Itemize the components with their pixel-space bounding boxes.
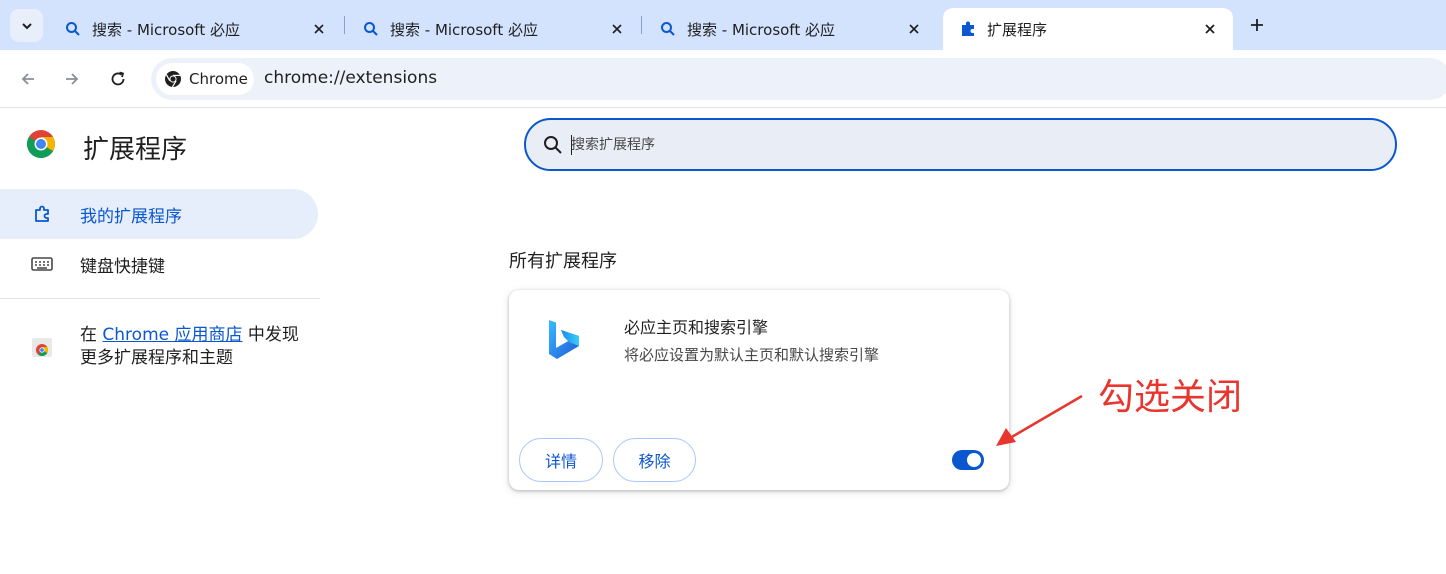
chrome-icon [165, 71, 181, 88]
search-icon [362, 20, 380, 38]
tab-separator [344, 16, 345, 34]
store-prefix: 在 [80, 325, 103, 345]
toggle-knob [967, 453, 981, 467]
remove-button[interactable]: 移除 [613, 438, 696, 482]
web-store-icon [32, 338, 52, 357]
tab-title: 扩展程序 [987, 20, 1048, 39]
search-input[interactable] [571, 129, 1371, 161]
url-text[interactable]: chrome://extensions [264, 68, 437, 88]
tab-title: 搜索 - Microsoft 必应 [92, 20, 240, 39]
back-button[interactable] [14, 65, 42, 93]
sidebar-divider [0, 298, 320, 299]
close-icon[interactable] [1199, 18, 1221, 40]
new-tab-button[interactable] [1243, 11, 1271, 39]
tab-extensions[interactable]: 扩展程序 [943, 8, 1233, 50]
search-icon [544, 136, 562, 154]
reload-button[interactable] [104, 65, 132, 93]
tab-1[interactable]: 搜索 - Microsoft 必应 [48, 8, 342, 50]
site-info-chip[interactable]: Chrome [156, 63, 254, 95]
page-title: 扩展程序 [83, 135, 188, 165]
tab-2[interactable]: 搜索 - Microsoft 必应 [346, 8, 640, 50]
puzzle-outline-icon [31, 203, 53, 225]
puzzle-icon [959, 20, 977, 38]
bing-logo-icon [549, 320, 579, 359]
details-button[interactable]: 详情 [519, 438, 603, 482]
chrome-logo-icon [27, 130, 55, 158]
chip-label: Chrome [189, 70, 248, 88]
extension-enable-toggle[interactable] [952, 450, 984, 470]
address-bar[interactable]: Chrome chrome://extensions [151, 58, 1446, 100]
sidebar-item-keyboard-shortcuts[interactable]: 键盘快捷键 [0, 239, 318, 289]
arrow-right-icon [66, 73, 79, 85]
close-icon[interactable] [606, 18, 628, 40]
sidebar-item-label: 我的扩展程序 [80, 206, 182, 227]
arrow-left-icon [21, 73, 34, 85]
tab-search-button[interactable] [10, 9, 43, 42]
reload-icon [111, 71, 125, 86]
extensions-search [524, 118, 1397, 171]
forward-button[interactable] [58, 65, 86, 93]
search-icon [659, 20, 677, 38]
annotation-text: 勾选关闭 [1098, 377, 1243, 418]
section-title: 所有扩展程序 [509, 251, 617, 272]
close-icon[interactable] [308, 18, 330, 40]
annotation-arrow [996, 394, 1083, 446]
extension-name: 必应主页和搜索引擎 [624, 318, 769, 337]
web-store-promo: 在 Chrome 应用商店 中发现更多扩展程序和主题 [80, 324, 310, 370]
extension-card: 必应主页和搜索引擎 将必应设置为默认主页和默认搜索引擎 详情 移除 [509, 290, 1009, 490]
tab-title: 搜索 - Microsoft 必应 [390, 20, 538, 39]
tab-strip: 搜索 - Microsoft 必应 搜索 - Microsoft 必应 搜索 -… [0, 0, 1446, 50]
keyboard-icon [31, 253, 53, 275]
search-icon [64, 20, 82, 38]
close-icon[interactable] [903, 18, 925, 40]
tab-title: 搜索 - Microsoft 必应 [687, 20, 835, 39]
chevron-down-icon [21, 22, 32, 29]
toolbar: Chrome chrome://extensions [0, 50, 1446, 108]
web-store-link[interactable]: Chrome 应用商店 [102, 325, 242, 345]
tab-3[interactable]: 搜索 - Microsoft 必应 [643, 8, 937, 50]
sidebar-item-my-extensions[interactable]: 我的扩展程序 [0, 189, 318, 239]
plus-icon [1251, 19, 1263, 31]
sidebar-item-label: 键盘快捷键 [80, 256, 165, 277]
tab-separator [641, 16, 642, 34]
extension-description: 将必应设置为默认主页和默认搜索引擎 [624, 346, 880, 364]
